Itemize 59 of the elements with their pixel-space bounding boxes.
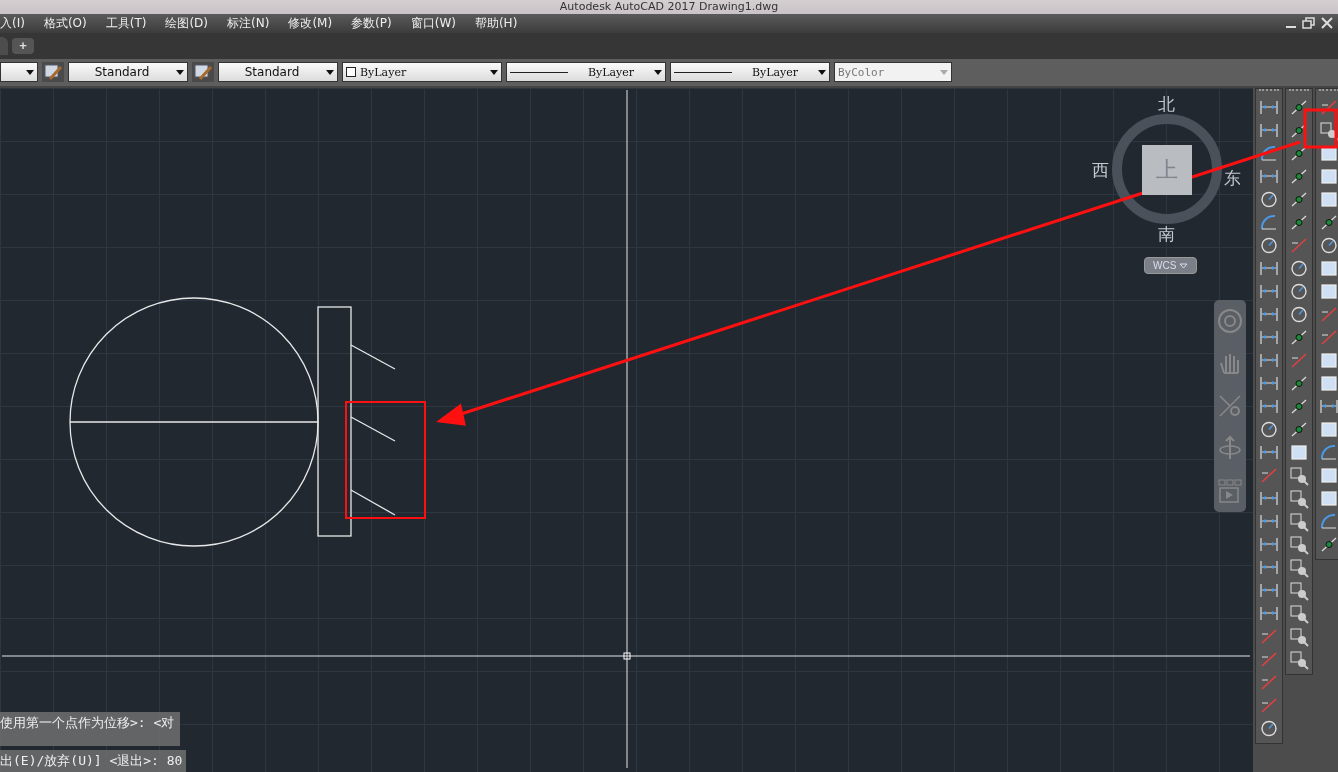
square-icon[interactable] [1288,442,1310,463]
dropdown[interactable]: ByLayer [670,62,830,83]
menu-item[interactable]: 绘图(D) [165,14,209,32]
line-shape [350,344,396,370]
zoom-icon[interactable] [1288,488,1310,509]
dropdown[interactable] [0,62,38,83]
dropdown[interactable]: Standard [68,62,188,83]
close-icon[interactable] [1320,17,1334,30]
circle-icon[interactable] [1258,235,1280,256]
compass-label[interactable]: 南 [1158,226,1175,243]
square-icon[interactable] [1318,189,1338,210]
circle-icon[interactable] [1258,189,1280,210]
restore-icon[interactable] [1302,17,1316,30]
new-tab-button[interactable]: + [12,37,34,54]
square-icon[interactable] [1318,465,1338,486]
square-icon[interactable] [1318,166,1338,187]
circle-icon[interactable] [1258,419,1280,440]
menu-item[interactable]: 帮助(H) [474,14,518,32]
zoom-icon[interactable] [1288,626,1310,647]
square-icon[interactable] [1318,373,1338,394]
zoom-icon[interactable] [1288,511,1310,532]
circle-icon[interactable] [1318,235,1338,256]
style-icon[interactable] [192,62,214,83]
line-shape [350,416,396,442]
zoom-icon[interactable] [1318,120,1338,141]
window-title: Autodesk AutoCAD 2017 Drawing1.dwg [559,0,779,14]
menu-item[interactable]: 工具(T) [105,14,147,32]
compass-label[interactable]: 西 [1092,162,1109,179]
square-icon[interactable] [1318,419,1338,440]
zoom-icon[interactable] [1288,649,1310,670]
highlight-box [1303,108,1338,149]
arc-icon[interactable] [1318,442,1338,463]
menu-item[interactable]: 参数(P) [351,14,392,32]
dropdown[interactable]: Standard [218,62,338,83]
square-icon[interactable] [1318,258,1338,279]
zoom-icon[interactable] [1288,534,1310,555]
circle-icon[interactable] [1288,304,1310,325]
circle-icon[interactable] [1288,281,1310,302]
zoom-icon[interactable] [1288,465,1310,486]
style-icon[interactable] [42,62,64,83]
caret-icon [1179,263,1189,269]
menu-item[interactable]: 窗口(W) [410,14,456,32]
menu-item[interactable]: 格式(O) [43,14,87,32]
zoom-icon[interactable] [1288,557,1310,578]
menu-item[interactable]: 入(I) [0,14,25,32]
menu-item[interactable]: 标注(N) [227,14,270,32]
compass-label[interactable]: 东 [1224,170,1241,187]
circle-icon[interactable] [1288,258,1310,279]
dropdown[interactable]: ByLayer [342,62,502,83]
circle-icon[interactable] [1258,718,1280,739]
compass-label[interactable]: 北 [1158,96,1175,113]
zoom-icon[interactable] [1288,603,1310,624]
menu-item[interactable]: 修改(M) [288,14,333,32]
zoom-icon[interactable] [1288,580,1310,601]
square-icon[interactable] [1318,281,1338,302]
dropdown[interactable]: ByLayer [506,62,666,83]
line-shape [350,489,396,516]
square-icon[interactable] [1318,350,1338,371]
square-icon[interactable] [1318,488,1338,509]
